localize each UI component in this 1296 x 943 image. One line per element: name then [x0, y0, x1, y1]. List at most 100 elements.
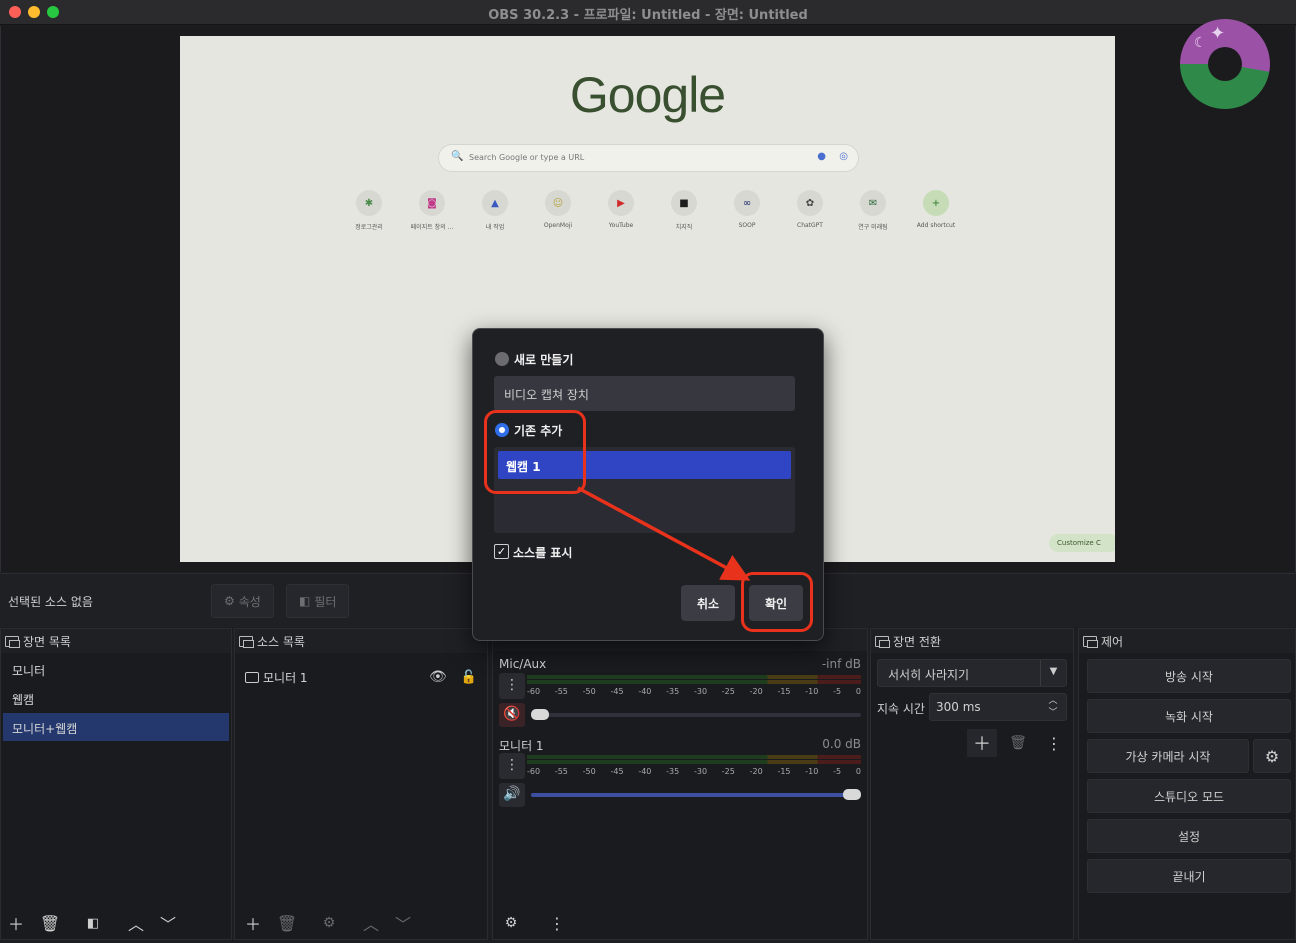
duration-input[interactable]: 300 ms ︿ ﹀ — [929, 693, 1067, 721]
scale-tick: -20 — [749, 687, 763, 696]
annotation-highlight-existing — [484, 410, 586, 494]
transition-select[interactable]: 서서히 사라지기 ▼ — [877, 659, 1067, 687]
transition-tools: ＋ 🗑 ⋮ — [967, 729, 1069, 757]
shortcut-label: 정로그관리 — [355, 224, 383, 231]
move-scene-down-button[interactable]: ﹀ — [154, 909, 182, 937]
virtual-camera-settings-gear-icon[interactable]: ⚙ — [1253, 739, 1291, 773]
lens-icon: ◎ — [839, 151, 848, 162]
new-source-name-input[interactable]: 비디오 캡쳐 장치 — [494, 376, 795, 411]
scene-item[interactable]: 모니터 — [3, 655, 229, 683]
remove-source-button[interactable]: 🗑 — [273, 909, 301, 937]
properties-button[interactable]: ⚙ 속성 — [211, 584, 274, 618]
dock-icon — [239, 636, 254, 648]
dock-icon — [875, 636, 890, 648]
move-source-down-button[interactable]: ﹀ — [389, 909, 417, 937]
remove-scene-button[interactable]: 🗑 — [36, 909, 64, 937]
mixer-channel: Mic/Aux -inf dB ⋮ -60 -55 -50 -45 -40 -35 -30 -2… — [499, 657, 861, 735]
exit-button[interactable]: 끝내기 — [1087, 859, 1291, 893]
scale-tick: -5 — [833, 767, 842, 776]
remove-transition-button[interactable]: 🗑 — [1003, 729, 1033, 757]
filters-button[interactable]: ◧ 필터 — [286, 584, 350, 618]
move-source-up-button[interactable]: ︿ — [357, 909, 385, 937]
properties-label: 속성 — [238, 594, 261, 609]
title-bar: OBS 30.2.3 - 프로파일: Untitled - 장면: Untitl… — [0, 0, 1296, 25]
visibility-eye-icon[interactable]: 👁 — [429, 669, 447, 685]
channel-header: 모니터 1 0.0 dB — [499, 737, 861, 753]
studio-mode-button[interactable]: 스튜디오 모드 — [1087, 779, 1291, 813]
cancel-button[interactable]: 취소 — [681, 585, 735, 621]
controls-title: 제어 — [1101, 635, 1124, 649]
advanced-audio-gear-icon[interactable]: ⚙ — [497, 909, 525, 937]
duration-label: 지속 시간 — [877, 702, 925, 716]
meter-bar-right — [527, 680, 861, 684]
window-title: OBS 30.2.3 - 프로파일: Untitled - 장면: Untitl… — [488, 8, 808, 23]
speaker-icon[interactable]: 🔊 — [499, 783, 525, 807]
instagram-icon: ◙ — [419, 190, 445, 216]
visible-checkbox[interactable]: ✓ — [494, 544, 509, 559]
volume-meter — [527, 755, 861, 765]
volume-slider-knob[interactable] — [843, 789, 861, 800]
meter-bar-left — [527, 755, 861, 759]
google-search-box: 🔍 Search Google or type a URL ● ◎ — [438, 144, 859, 172]
volume-slider-knob[interactable] — [531, 709, 549, 720]
add-transition-button[interactable]: ＋ — [967, 729, 997, 757]
create-new-radio[interactable] — [495, 352, 509, 366]
sparkle-icon: ✦ — [1210, 23, 1226, 44]
scene-item-selected[interactable]: 모니터+웹캠 — [3, 713, 229, 741]
shortcut-list: ✱ 정로그관리 ◙ 페이지트 창의 ... ▲ 내 작업 ☺ OpenMoji ▶ You… — [338, 190, 968, 240]
settings-button[interactable]: 설정 — [1087, 819, 1291, 853]
shortcut-item: ✉ 연구 미래팀 — [842, 190, 904, 231]
scale-tick: -50 — [582, 687, 596, 696]
youtube-icon: ▶ — [608, 190, 634, 216]
dock-icon — [1083, 636, 1098, 648]
shortcut-label: YouTube — [608, 222, 634, 229]
scale-tick: -15 — [777, 687, 791, 696]
scale-tick: -25 — [721, 767, 735, 776]
scale-tick: -40 — [638, 767, 652, 776]
scale-tick: -10 — [805, 687, 819, 696]
add-shortcut-icon: + — [923, 190, 949, 216]
shortcut-label: 내 작업 — [485, 224, 505, 231]
scenes-toolbar: ＋ 🗑 ◧ ︿ ﹀ — [1, 907, 231, 939]
stepper-icon[interactable]: ︿ ﹀ — [1040, 694, 1066, 720]
annotation-highlight-ok — [741, 572, 813, 632]
start-recording-button[interactable]: 녹화 시작 — [1087, 699, 1291, 733]
moon-icon: ☾ — [1194, 35, 1207, 51]
transitions-dock-title: 장면 전환 — [871, 629, 1073, 651]
scale-tick: 0 — [855, 767, 861, 776]
add-source-button[interactable]: ＋ — [239, 909, 267, 937]
transition-menu-button[interactable]: ⋮ — [1039, 729, 1069, 757]
shortcut-label: OpenMoji — [543, 222, 573, 229]
source-item[interactable]: 모니터 1 👁 🔓 — [245, 665, 477, 689]
shortcut-icon: ✱ — [356, 190, 382, 216]
start-streaming-button[interactable]: 방송 시작 — [1087, 659, 1291, 693]
volume-slider[interactable] — [531, 789, 861, 800]
chzzk-icon: ■ — [671, 190, 697, 216]
scene-item[interactable]: 웹캠 — [3, 684, 229, 712]
filters-label: 필터 — [314, 594, 337, 609]
move-scene-up-button[interactable]: ︿ — [122, 909, 150, 937]
volume-slider[interactable] — [531, 709, 861, 720]
meter-scale: -60 -55 -50 -45 -40 -35 -30 -25 -20 -15 -10 -5 0 — [527, 687, 861, 697]
shortcut-item: ◙ 페이지트 창의 ... — [401, 190, 463, 231]
gear-icon: ⚙ — [224, 594, 235, 608]
channel-menu-button[interactable]: ⋮ — [499, 673, 525, 699]
add-scene-button[interactable]: ＋ — [2, 909, 30, 937]
sources-title: 소스 목록 — [257, 635, 305, 649]
audio-mixer-dock: Mic/Aux -inf dB ⋮ -60 -55 -50 -45 -40 -35 -30 -2… — [492, 628, 868, 940]
lock-icon[interactable]: 🔓 — [461, 670, 477, 685]
transition-selected-value: 서서히 사라지기 — [888, 668, 970, 682]
scenes-title: 장면 목록 — [23, 635, 71, 649]
scale-tick: -20 — [749, 767, 763, 776]
muted-speaker-icon[interactable]: 🔇 — [499, 703, 525, 727]
scene-filters-button[interactable]: ◧ — [79, 909, 107, 937]
meter-scale: -60 -55 -50 -45 -40 -35 -30 -25 -20 -15 -10 -5 0 — [527, 767, 861, 777]
scale-tick: -60 — [527, 687, 541, 696]
start-virtual-camera-button[interactable]: 가상 카메라 시작 — [1087, 739, 1249, 773]
webcam-overlay-logo: ✦ ☾ — [1180, 19, 1270, 109]
mail-icon: ✉ — [860, 190, 886, 216]
channel-menu-button[interactable]: ⋮ — [499, 753, 525, 779]
source-properties-button[interactable]: ⚙ — [315, 909, 343, 937]
meter-bar-right — [527, 760, 861, 764]
mixer-menu-button[interactable]: ⋮ — [543, 909, 571, 937]
